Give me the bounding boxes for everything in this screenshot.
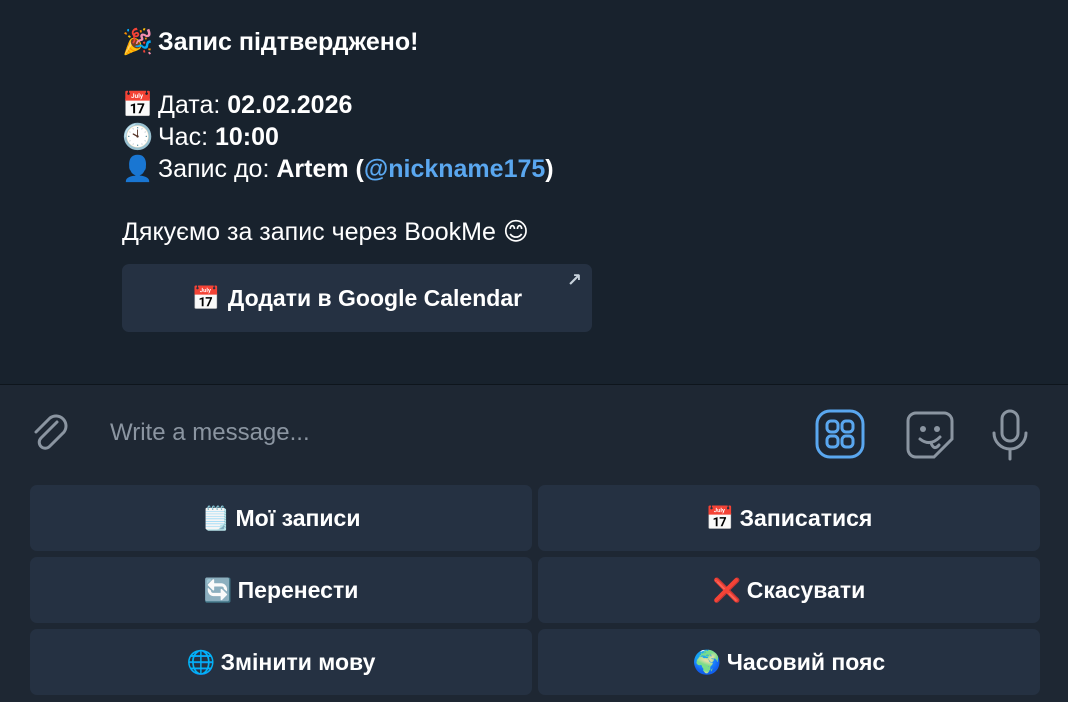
- sticker-icon[interactable]: [902, 407, 958, 463]
- refresh-icon: 🔄: [203, 577, 233, 604]
- user-icon: 👤: [122, 154, 154, 183]
- time-label: Час:: [158, 123, 215, 151]
- earth-icon: 🌍: [692, 649, 722, 676]
- external-link-icon: ↗: [566, 270, 582, 290]
- master-name: Artem (: [276, 155, 364, 183]
- clock-icon: 🕙: [122, 122, 154, 151]
- inline-button-label: Додати в Google Calendar: [227, 284, 523, 311]
- cancel-button[interactable]: ❌ Скасувати: [538, 557, 1040, 623]
- thanks-text: Дякуємо за запис через BookMe: [122, 218, 503, 246]
- master-close-paren: ): [545, 155, 554, 183]
- cancel-label: Скасувати: [746, 576, 866, 603]
- cross-icon: ❌: [712, 577, 742, 604]
- add-to-google-calendar-button[interactable]: 📅 Додати в Google Calendar ↗: [122, 264, 592, 332]
- date-line: 📅 Дата: 02.02.2026: [122, 89, 642, 121]
- message-header: 🎉 Запис підтверджено!: [122, 26, 642, 58]
- bot-message: 🎉 Запис підтверджено! 📅 Дата: 02.02.2026 🕙…: [122, 26, 642, 248]
- master-label: Запис до:: [158, 155, 277, 183]
- timezone-label: Часовий пояс: [726, 648, 886, 675]
- timezone-button[interactable]: 🌍 Часовий пояс: [538, 629, 1040, 695]
- globe-icon: 🌐: [186, 649, 216, 676]
- book-button[interactable]: 📅 Записатися: [538, 485, 1040, 551]
- message-input[interactable]: Write a message...: [110, 419, 310, 447]
- username-link[interactable]: @nickname175: [364, 155, 545, 183]
- time-value: 10:00: [214, 123, 279, 151]
- change-language-label: Змінити мову: [220, 648, 376, 675]
- message-composer: Write a message...: [0, 385, 1068, 485]
- calendar-icon: 📅: [191, 285, 221, 312]
- smile-icon: 😊: [502, 218, 529, 246]
- date-value: 02.02.2026: [227, 91, 353, 119]
- reply-keyboard: 🗒️ Мої записи 📅 Записатися 🔄 Перенести ❌…: [0, 480, 1068, 702]
- reschedule-button[interactable]: 🔄 Перенести: [30, 557, 532, 623]
- my-bookings-button[interactable]: 🗒️ Мої записи: [30, 485, 532, 551]
- calendar-icon: 📅: [122, 90, 154, 119]
- reschedule-label: Перенести: [237, 576, 359, 603]
- bot-keyboard-icon[interactable]: [814, 409, 866, 459]
- chat-area: 🎉 Запис підтверджено! 📅 Дата: 02.02.2026 🕙…: [0, 0, 1068, 385]
- microphone-icon[interactable]: [988, 407, 1032, 463]
- time-line: 🕙 Час: 10:00: [122, 121, 642, 153]
- book-label: Записатися: [739, 504, 873, 531]
- master-line: 👤 Запис до: Artem (@nickname175): [122, 153, 642, 185]
- party-popper-icon: 🎉: [122, 27, 154, 56]
- notepad-icon: 🗒️: [201, 505, 231, 532]
- date-label: Дата:: [158, 91, 228, 119]
- paperclip-icon[interactable]: [26, 409, 74, 457]
- message-title: Запис підтверджено!: [158, 28, 419, 56]
- my-bookings-label: Мої записи: [235, 504, 361, 531]
- thanks-line: Дякуємо за запис через BookMe 😊: [122, 216, 642, 248]
- calendar-icon: 📅: [705, 505, 735, 532]
- change-language-button[interactable]: 🌐 Змінити мову: [30, 629, 532, 695]
